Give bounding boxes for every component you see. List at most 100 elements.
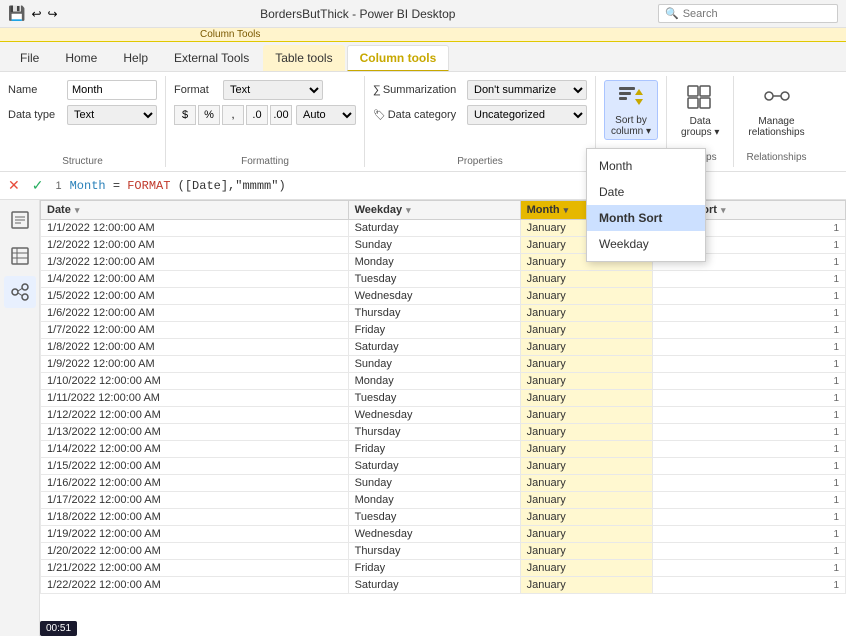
save-icon[interactable]: 💾 [8,5,25,22]
sigma-icon: ∑ [373,84,381,96]
col-header-date[interactable]: Date ▾ [41,201,349,220]
dropdown-item-month-sort[interactable]: Month Sort [587,205,705,231]
cell-month: January [520,543,652,560]
weekday-col-label: Weekday [355,204,403,216]
category-select[interactable]: Uncategorized [467,105,587,125]
dropdown-item-month[interactable]: Month [587,153,705,179]
main-area: Date ▾ Weekday ▾ Month ▾ [0,200,846,636]
cell-weekday: Tuesday [348,271,520,288]
ribbon-group-formatting: Format Text $ % , .0 .00 Auto Formatting [166,76,365,167]
dropdown-item-weekday[interactable]: Weekday [587,231,705,257]
decimal-decrease-button[interactable]: .0 [246,105,268,125]
title-bar: 💾 ↩ ↪ BordersButThick - Power BI Desktop… [0,0,846,28]
table-row: 1/21/2022 12:00:00 AM Friday January 1 [41,560,846,577]
app-title: BordersButThick - Power BI Desktop [260,7,455,21]
tab-table-tools[interactable]: Table tools [263,45,344,71]
table-row: 1/20/2022 12:00:00 AM Thursday January 1 [41,543,846,560]
comma-button[interactable]: , [222,105,244,125]
formula-function: FORMAT [127,179,170,193]
table-row: 1/18/2022 12:00:00 AM Tuesday January 1 [41,509,846,526]
sidebar-icon-data[interactable] [4,240,36,272]
month-filter-icon[interactable]: ▾ [564,205,569,216]
undo-icon[interactable]: ↩ [31,7,41,21]
tab-home[interactable]: Home [53,45,109,71]
sort-by-column-button[interactable]: Sort bycolumn ▾ [604,80,658,140]
cell-date: 1/6/2022 12:00:00 AM [41,305,349,322]
search-input[interactable] [683,8,831,20]
cell-date: 1/4/2022 12:00:00 AM [41,271,349,288]
cell-month-sort: 1 [652,407,845,424]
cell-month-sort: 1 [652,475,845,492]
auto-select[interactable]: Auto [296,105,356,125]
date-filter-icon[interactable]: ▾ [75,205,80,216]
dropdown-item-date[interactable]: Date [587,179,705,205]
structure-group-label: Structure [8,154,157,167]
status-bar: 00:51 [40,621,77,636]
cell-date: 1/7/2022 12:00:00 AM [41,322,349,339]
relationships-group: Managerelationships Relationships [734,76,818,167]
sidebar-icon-model[interactable] [4,276,36,308]
cell-month-sort: 1 [652,271,845,288]
cell-month: January [520,509,652,526]
format-buttons: $ % , .0 .00 [174,105,292,125]
data-table: Date ▾ Weekday ▾ Month ▾ [40,200,846,594]
tab-help[interactable]: Help [111,45,160,71]
cell-month-sort: 1 [652,305,845,322]
cell-month-sort: 1 [652,424,845,441]
cell-date: 1/22/2022 12:00:00 AM [41,577,349,594]
cell-date: 1/15/2022 12:00:00 AM [41,458,349,475]
cell-date: 1/19/2022 12:00:00 AM [41,526,349,543]
formula-equals: = [113,179,127,193]
cell-month: January [520,577,652,594]
search-box[interactable]: 🔍 [658,4,838,23]
tab-column-tools[interactable]: Column tools [347,45,450,71]
sidebar-icon-report[interactable] [4,204,36,236]
ribbon-group-structure: Name Data type Text Structure [0,76,166,167]
contextual-label: Column Tools [200,29,260,40]
summarization-select[interactable]: Don't summarize [467,80,587,100]
formatting-group-label: Formatting [174,154,356,167]
cell-month-sort: 1 [652,322,845,339]
data-table-area: Date ▾ Weekday ▾ Month ▾ [40,200,846,636]
percent-button[interactable]: % [198,105,220,125]
table-row: 1/4/2022 12:00:00 AM Tuesday January 1 [41,271,846,288]
format-select[interactable]: Text [223,80,323,100]
formula-args: ([Date],"mmmm") [178,179,286,193]
cell-weekday: Sunday [348,356,520,373]
formula-confirm-button[interactable]: ✓ [28,177,48,194]
col-header-weekday[interactable]: Weekday ▾ [348,201,520,220]
cell-date: 1/8/2022 12:00:00 AM [41,339,349,356]
table-row: 1/9/2022 12:00:00 AM Sunday January 1 [41,356,846,373]
format-label: Format [174,84,219,96]
cell-month: January [520,339,652,356]
left-sidebar [0,200,40,636]
cell-weekday: Friday [348,441,520,458]
cell-month: January [520,526,652,543]
weekday-filter-icon[interactable]: ▾ [406,205,411,216]
cell-month: January [520,560,652,577]
date-col-label: Date [47,204,71,216]
table-row: 1/2/2022 12:00:00 AM Sunday January 1 [41,237,846,254]
tab-external-tools[interactable]: External Tools [162,45,261,71]
sort-dropdown[interactable]: Month Date Month Sort Weekday [586,148,706,262]
ribbon-group-properties: ∑ Summarization Don't summarize 🏷 Data c… [365,76,596,167]
cell-month: January [520,373,652,390]
decimal-increase-button[interactable]: .00 [270,105,292,125]
redo-icon[interactable]: ↪ [48,7,58,21]
month-sort-filter-icon[interactable]: ▾ [721,205,726,216]
cell-date: 1/2/2022 12:00:00 AM [41,237,349,254]
formula-cancel-button[interactable]: ✕ [4,177,24,194]
tab-file[interactable]: File [8,45,51,71]
cell-weekday: Monday [348,373,520,390]
table-row: 1/3/2022 12:00:00 AM Monday January 1 [41,254,846,271]
cell-date: 1/10/2022 12:00:00 AM [41,373,349,390]
cell-date: 1/3/2022 12:00:00 AM [41,254,349,271]
datatype-select[interactable]: Text [67,105,157,125]
manage-relationships-button[interactable]: Managerelationships [742,80,810,140]
cell-weekday: Friday [348,322,520,339]
cell-month-sort: 1 [652,339,845,356]
data-groups-button[interactable]: Datagroups ▾ [675,80,725,140]
cell-weekday: Tuesday [348,390,520,407]
name-input[interactable] [67,80,157,100]
currency-button[interactable]: $ [174,105,196,125]
